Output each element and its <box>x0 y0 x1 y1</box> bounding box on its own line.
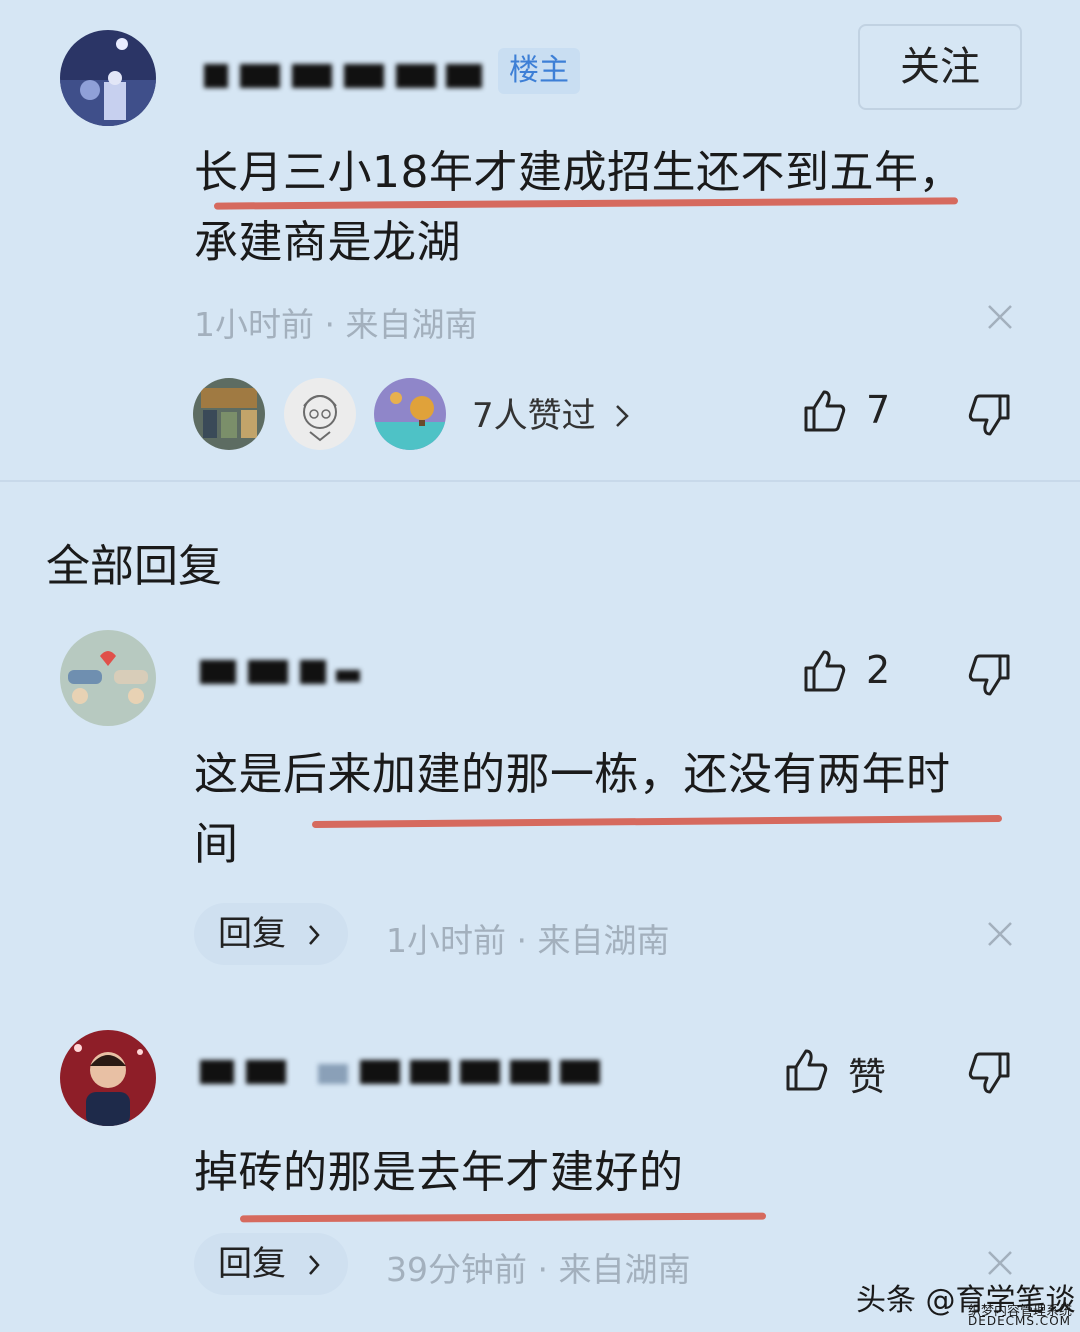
thumbs-up-icon[interactable] <box>802 388 848 438</box>
reply-author-name-blurred <box>196 656 366 686</box>
reply-text-line1: 这是后来加建的那一栋，还没有两年时 <box>194 749 951 800</box>
reply-meta: 39分钟前 · 来自湖南 <box>386 1250 691 1289</box>
thumbs-up-icon[interactable] <box>802 648 848 698</box>
reply-button-label: 回复 <box>218 1244 286 1284</box>
like-count: 7 <box>866 388 891 432</box>
reply-author-name-blurred <box>196 1056 606 1086</box>
reply-avatar[interactable] <box>60 1030 156 1126</box>
reply-like-count: 2 <box>866 648 891 692</box>
section-divider <box>0 480 1080 482</box>
close-icon[interactable] <box>985 1248 1015 1278</box>
author-avatar[interactable] <box>60 30 156 126</box>
reply-text-line2: 间 <box>194 819 239 870</box>
likers-summary-label: 7人赞过 <box>472 396 596 436</box>
author-badge: 楼主 <box>498 48 580 94</box>
follow-button[interactable]: 关注 <box>858 24 1022 110</box>
watermark-site: DEDECMS.COM <box>968 1314 1071 1328</box>
reply-button[interactable]: 回复 <box>194 903 348 965</box>
close-icon[interactable] <box>985 919 1015 949</box>
thumbs-up-icon[interactable] <box>784 1047 830 1097</box>
chevron-right-icon <box>307 1235 321 1297</box>
main-comment-meta: 1小时前 · 来自湖南 <box>194 305 478 344</box>
reply-text-line1: 掉砖的那是去年才建好的 <box>194 1147 684 1198</box>
author-name-blurred <box>196 60 486 90</box>
thumbs-down-icon[interactable] <box>968 1050 1012 1100</box>
liker-avatar[interactable] <box>374 378 446 450</box>
likers-summary-link[interactable]: 7人赞过 <box>472 388 630 438</box>
reply-button-label: 回复 <box>218 914 286 954</box>
reply-avatar[interactable] <box>60 630 156 726</box>
liker-avatar[interactable] <box>284 378 356 450</box>
close-icon[interactable] <box>985 302 1015 332</box>
reply-like-label: 赞 <box>848 1055 887 1099</box>
chevron-right-icon <box>307 905 321 967</box>
liker-avatar[interactable] <box>193 378 265 450</box>
reply-meta: 1小时前 · 来自湖南 <box>386 921 670 960</box>
thumbs-down-icon[interactable] <box>968 652 1012 702</box>
main-comment-text-line2: 承建商是龙湖 <box>194 217 461 268</box>
chevron-right-icon <box>614 398 630 438</box>
highlight-underline <box>311 814 1003 829</box>
replies-section-title: 全部回复 <box>46 541 222 592</box>
thumbs-down-icon[interactable] <box>968 392 1012 442</box>
highlight-underline <box>239 1212 767 1223</box>
reply-button[interactable]: 回复 <box>194 1233 348 1295</box>
